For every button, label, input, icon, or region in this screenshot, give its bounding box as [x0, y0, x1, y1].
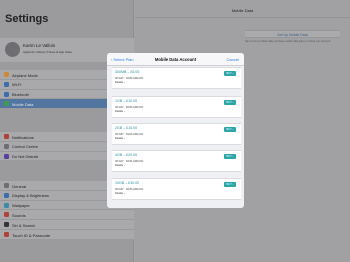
buy-button[interactable]: BUY ›: [224, 70, 236, 76]
chevron-right-icon: ›: [232, 100, 234, 104]
sidebar-item-label: Wallpaper: [12, 203, 30, 209]
plan-info: 30 DAY · DATA ADD-ON: [115, 132, 144, 136]
plan-name: 2GB – £15.00: [115, 126, 138, 130]
plan-details-link[interactable]: Details ⌄: [115, 164, 126, 167]
sidebar-item-touch-id-passcode[interactable]: Touch ID & Passcode: [0, 230, 134, 240]
bluetooth-icon: [4, 91, 9, 97]
buy-label: BUY: [226, 182, 232, 186]
plan-info: 30 DAY · DATA ADD-ON: [115, 159, 144, 163]
chevron-down-icon: ⌄: [123, 137, 126, 140]
airplane-icon: [4, 72, 9, 77]
chevron-down-icon: ⌄: [123, 110, 126, 113]
buy-button[interactable]: BUY ›: [224, 99, 236, 105]
sidebar-item-label: Sounds: [12, 212, 26, 218]
plan-details-label: Details: [115, 164, 123, 167]
sidebar-item-label: Siri & Search: [12, 222, 36, 228]
back-label: Select Plan: [113, 56, 134, 62]
plan-card: 300MB – £5.00 30 DAY · DATA ADD-ON Detai…: [112, 67, 241, 89]
sidebar-item-sounds[interactable]: Sounds: [0, 210, 134, 221]
plan-name: 1GB – £10.00: [115, 99, 138, 103]
siri-icon: [4, 222, 9, 228]
chevron-right-icon: ›: [232, 154, 234, 158]
plan-info: 30 DAY · DATA ADD-ON: [115, 76, 144, 80]
avatar: [5, 42, 20, 57]
chevron-right-icon: ›: [232, 182, 234, 186]
sidebar-item-label: Do Not Disturb: [12, 154, 39, 160]
speaker-icon: [4, 212, 9, 218]
chevron-down-icon: ⌄: [123, 81, 126, 84]
buy-button[interactable]: BUY ›: [224, 153, 236, 159]
plan-details-link[interactable]: Details ⌄: [115, 192, 126, 195]
sidebar-item-label: Display & Brightness: [12, 193, 49, 199]
fingerprint-icon: [4, 231, 9, 237]
buy-button[interactable]: BUY ›: [224, 181, 236, 187]
plan-card: 4GB – £20.00 30 DAY · DATA ADD-ON Detail…: [112, 150, 241, 172]
plan-details-label: Details: [115, 110, 123, 113]
chevron-down-icon: ⌄: [123, 164, 126, 167]
sidebar-item-label: Notifications: [12, 134, 34, 140]
plan-details-link[interactable]: Details ⌄: [115, 110, 126, 113]
back-button[interactable]: ‹Select Plan: [111, 57, 134, 62]
plan-info: 30 DAY · DATA ADD-ON: [115, 187, 144, 191]
plan-details-label: Details: [115, 192, 123, 195]
sidebar-item-label: Wi-Fi: [12, 82, 22, 88]
control-centre-icon: [4, 143, 9, 149]
set-up-mobile-data-button[interactable]: Set Up Mobile Data: [245, 30, 340, 38]
detail-title: Mobile Data: [231, 8, 254, 13]
sheet-header: ‹Select Plan Mobile Data Account Cancel: [107, 53, 244, 66]
profile-name: Karim Le Vallois: [23, 43, 56, 48]
plan-card: 1GB – £10.00 30 DAY · DATA ADD-ON Detail…: [112, 96, 241, 118]
plan-details-label: Details: [115, 81, 123, 84]
sidebar-item-label: Airplane Mode: [12, 72, 38, 78]
plan-details-link[interactable]: Details ⌄: [115, 137, 126, 140]
buy-button[interactable]: BUY ›: [224, 126, 236, 132]
wifi-icon: [4, 81, 9, 87]
moon-icon: [4, 153, 9, 159]
antenna-icon: [4, 101, 9, 107]
plan-name: 10GB – £30.00: [115, 181, 140, 185]
sidebar-item-label: Bluetooth: [12, 92, 29, 98]
plan-details-link[interactable]: Details ⌄: [115, 81, 126, 84]
divider: [135, 17, 350, 18]
plan-details-label: Details: [115, 137, 123, 140]
settings-title: Settings: [5, 13, 49, 25]
chevron-right-icon: ›: [232, 71, 234, 75]
plan-info: 30 DAY · DATA ADD-ON: [115, 105, 144, 109]
chevron-down-icon: ⌄: [123, 192, 126, 195]
profile-subtitle: Apple ID, iCloud, iTunes & App Store: [23, 50, 73, 54]
plan-card: 10GB – £30.00 30 DAY · DATA ADD-ON Detai…: [112, 178, 241, 200]
setup-note: Tap to set up mobile data, purchase mobi…: [245, 40, 331, 43]
plan-name: 4GB – £20.00: [115, 153, 138, 157]
sidebar-item-label: General: [12, 183, 27, 189]
sidebar-item-label: Control Centre: [12, 144, 39, 150]
buy-label: BUY: [226, 154, 232, 158]
mobile-data-account-sheet: ‹Select Plan Mobile Data Account Cancel …: [107, 53, 244, 208]
gear-icon: [4, 183, 9, 188]
sidebar-item-label: Touch ID & Passcode: [12, 232, 51, 238]
cancel-button[interactable]: Cancel: [227, 57, 239, 62]
wallpaper-icon: [4, 202, 9, 208]
sidebar-item-label: Mobile Data: [12, 101, 34, 107]
chevron-right-icon: ›: [232, 127, 234, 131]
sidebar-item-siri-search[interactable]: Siri & Search: [0, 220, 134, 230]
plan-card: 2GB – £15.00 30 DAY · DATA ADD-ON Detail…: [112, 123, 241, 145]
buy-label: BUY: [226, 127, 232, 131]
buy-label: BUY: [226, 71, 232, 75]
buy-label: BUY: [226, 100, 232, 104]
notifications-icon: [4, 134, 9, 139]
brightness-icon: [4, 192, 9, 198]
plan-name: 300MB – £5.00: [115, 70, 140, 74]
